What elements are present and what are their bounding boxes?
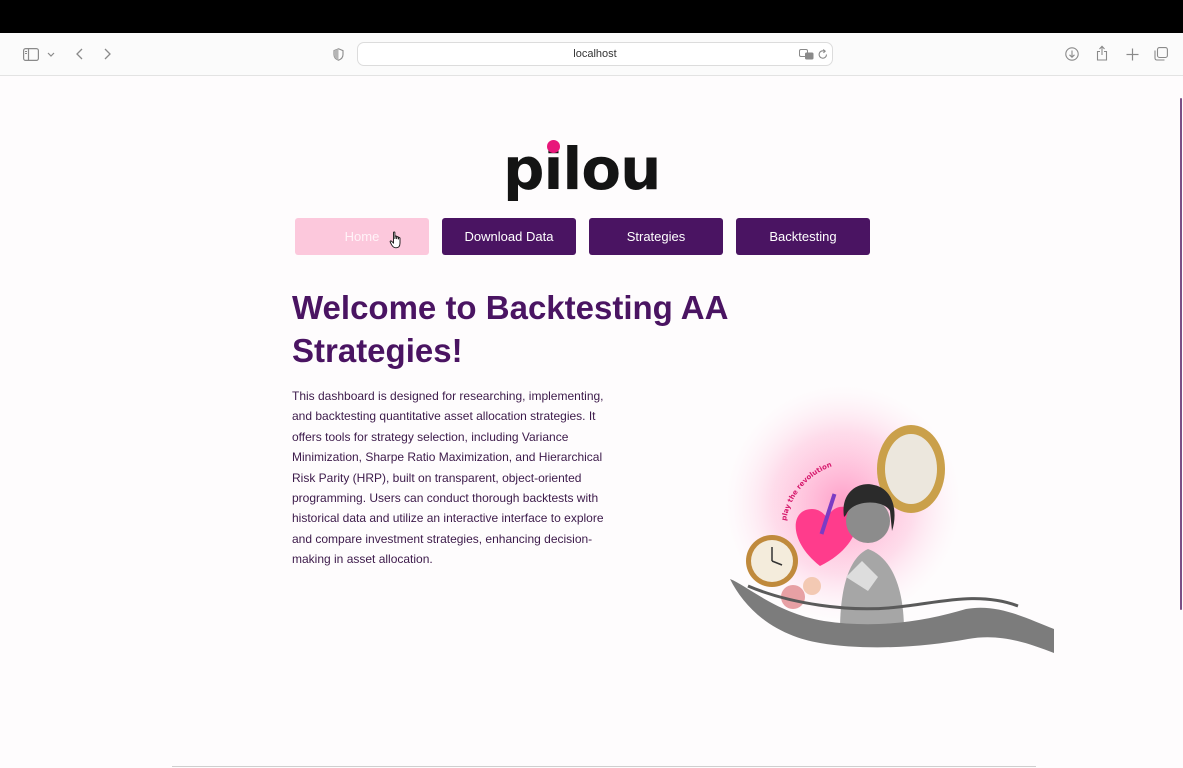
page-viewport: pilou Home Download Data Strategies Back… [0, 76, 1183, 768]
browser-toolbar: localhost [0, 33, 1183, 76]
logo: pilou [503, 135, 661, 203]
address-url: localhost [573, 48, 617, 60]
shield-icon[interactable] [331, 46, 345, 62]
new-tab-icon[interactable] [1124, 45, 1140, 63]
footer-divider [172, 766, 1036, 767]
reload-icon[interactable] [817, 47, 829, 61]
hand-cursor-icon [389, 231, 401, 249]
download-icon[interactable] [1064, 45, 1080, 63]
screen: localhost pilou Home Download Data Strat… [0, 0, 1183, 768]
tabs-overview-icon[interactable] [1153, 45, 1169, 63]
chevron-down-icon[interactable] [46, 47, 56, 61]
nav-backtesting-button[interactable]: Backtesting [736, 218, 870, 255]
page-title: Welcome to Backtesting AA Strategies! [292, 289, 728, 369]
sidebar-icon[interactable] [22, 46, 40, 62]
back-icon[interactable] [72, 46, 86, 62]
share-icon[interactable] [1094, 44, 1110, 62]
nav-download-data-button[interactable]: Download Data [442, 218, 576, 255]
scrollbar[interactable] [1180, 98, 1182, 610]
address-bar[interactable]: localhost [357, 42, 833, 66]
nav-strategies-button[interactable]: Strategies [589, 218, 723, 255]
nav-home-button[interactable]: Home [295, 218, 429, 255]
page-description: This dashboard is designed for researchi… [292, 389, 604, 567]
collage-illustration: play the revolution [728, 385, 1054, 653]
translate-icon[interactable] [798, 47, 814, 61]
logo-dot [547, 140, 560, 153]
forward-icon[interactable] [100, 46, 114, 62]
